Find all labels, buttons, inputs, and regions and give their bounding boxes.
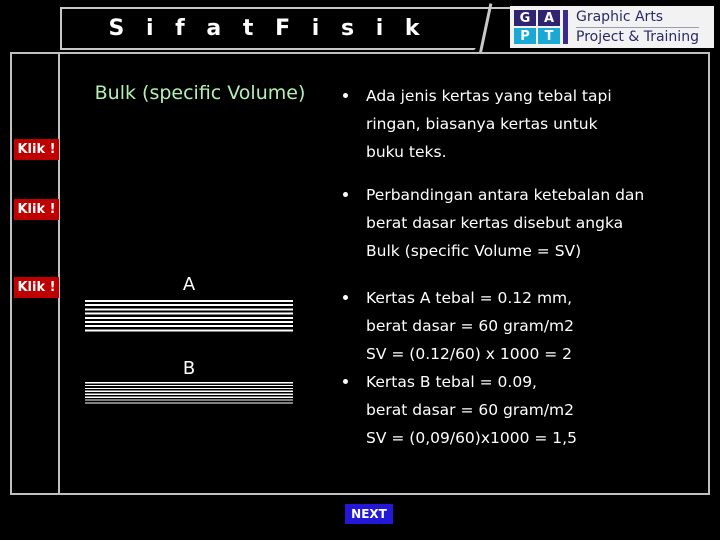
list-item: Perbandingan antara ketebalan dan berat …	[338, 181, 712, 265]
logo-cell-a: A	[538, 10, 560, 26]
logo-cell-g: G	[514, 10, 536, 26]
bullet-list-lower: Kertas A tebal = 0.12 mm, berat dasar = …	[338, 284, 712, 452]
title-bar: S i f a t F i s i k	[60, 3, 515, 55]
bullet-group: Ada jenis kertas yang tebal tapi ringan,…	[338, 82, 712, 166]
slide-canvas: S i f a t F i s i k G A P T Graphic Arts…	[0, 0, 720, 540]
bullet-text-line: buku teks.	[366, 143, 447, 161]
stack-label-b: B	[182, 358, 196, 379]
list-item: Kertas B tebal = 0.09, berat dasar = 60 …	[338, 368, 712, 452]
bullet-text-line: Ada jenis kertas yang tebal tapi	[366, 87, 612, 105]
bullet-dot-icon	[343, 379, 348, 384]
slide-title: S i f a t F i s i k	[108, 16, 427, 41]
bullet-dot-icon	[343, 192, 348, 197]
bullet-group: Perbandingan antara ketebalan dan berat …	[338, 181, 712, 265]
bullet-text-line: Kertas B tebal = 0.09,	[366, 373, 537, 391]
bullet-text-line: ringan, biasanya kertas untuk	[366, 115, 598, 133]
stack-label-a: A	[182, 274, 196, 295]
list-item: Ada jenis kertas yang tebal tapi ringan,…	[338, 82, 712, 166]
logo-wordmark: Graphic Arts Project & Training	[576, 9, 699, 46]
bullet-text-line: berat dasar = 60 gram/m2	[366, 317, 575, 335]
bullet-text-line: SV = (0,09/60)x1000 = 1,5	[366, 429, 577, 447]
bullet-text-line: SV = (0.12/60) x 1000 = 2	[366, 345, 573, 363]
logo-mark-icon: G A P T	[514, 10, 560, 44]
bullet-group: Kertas B tebal = 0.09, berat dasar = 60 …	[338, 368, 712, 452]
paper-stack-b	[85, 382, 293, 405]
bullet-dot-icon	[343, 93, 348, 98]
bullet-list-upper: Ada jenis kertas yang tebal tapi ringan,…	[338, 82, 712, 280]
logo-cell-t: T	[538, 28, 560, 44]
logo-accent-bar	[563, 10, 568, 44]
bullet-dot-icon	[343, 295, 348, 300]
logo-line-graphic-arts: Graphic Arts	[576, 9, 699, 28]
klik-button-3[interactable]: Klik !	[14, 277, 59, 298]
bullet-group: Kertas A tebal = 0.12 mm, berat dasar = …	[338, 284, 712, 368]
next-button[interactable]: NEXT	[345, 504, 393, 524]
gapt-logo: G A P T Graphic Arts Project & Training	[510, 6, 714, 48]
logo-cell-p: P	[514, 28, 536, 44]
klik-button-2[interactable]: Klik !	[14, 199, 59, 220]
logo-line-project-training: Project & Training	[576, 28, 699, 45]
klik-button-1[interactable]: Klik !	[14, 139, 59, 160]
section-heading: Bulk (specific Volume)	[94, 82, 306, 104]
bullet-text-line: Kertas A tebal = 0.12 mm,	[366, 289, 573, 307]
bullet-text-line: berat dasar kertas disebut angka	[366, 214, 624, 232]
list-item: Kertas A tebal = 0.12 mm, berat dasar = …	[338, 284, 712, 368]
bullet-text-line: Perbandingan antara ketebalan dan	[366, 186, 645, 204]
bullet-text-line: berat dasar = 60 gram/m2	[366, 401, 575, 419]
bullet-text-line: Bulk (specific Volume = SV)	[366, 242, 582, 260]
frame-vertical-divider	[58, 52, 60, 495]
paper-stack-a	[85, 300, 293, 333]
